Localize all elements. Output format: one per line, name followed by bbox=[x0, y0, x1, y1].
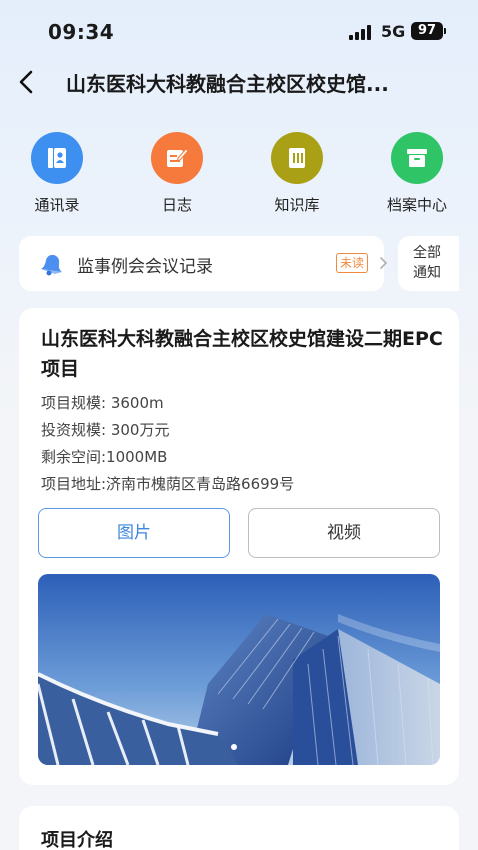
chevron-left-icon bbox=[19, 70, 33, 94]
quick-action-log[interactable]: 日志 bbox=[127, 132, 227, 222]
unread-badge: 未读 bbox=[336, 253, 369, 273]
quick-action-archive[interactable]: 档案中心 bbox=[367, 132, 467, 222]
contacts-icon bbox=[31, 132, 83, 184]
project-photo[interactable] bbox=[38, 574, 440, 765]
back-button[interactable] bbox=[14, 66, 42, 98]
quick-action-label: 通讯录 bbox=[34, 196, 80, 214]
signal-icon bbox=[349, 25, 375, 40]
quick-action-label: 日志 bbox=[161, 196, 192, 214]
log-icon bbox=[151, 132, 203, 184]
tab-images[interactable]: 图片 bbox=[38, 508, 230, 558]
project-title: 山东医科大科教融合主校区校史馆建设二期EPC项目 bbox=[41, 328, 443, 380]
all-notices-label-1: 全部 bbox=[413, 245, 441, 261]
intro-card: 项目介绍 bbox=[19, 806, 459, 850]
quick-action-knowledge[interactable]: 知识库 bbox=[247, 132, 347, 222]
page-title: 山东医科大科教融合主校区校史馆... bbox=[66, 72, 389, 96]
project-address: 项目地址:济南市槐荫区青岛路6699号 bbox=[41, 475, 295, 493]
project-space: 剩余空间:1000MB bbox=[41, 448, 168, 466]
project-card: 山东医科大科教融合主校区校史馆建设二期EPC项目 项目规模: 3600m 投资规… bbox=[19, 308, 459, 785]
nav-bar: 山东医科大科教融合主校区校史馆... bbox=[0, 62, 478, 102]
tab-video[interactable]: 视频 bbox=[248, 508, 440, 558]
project-investment: 投资规模: 300万元 bbox=[41, 421, 170, 439]
project-scale: 项目规模: 3600m bbox=[41, 394, 164, 412]
network-type: 5G bbox=[381, 22, 406, 41]
status-time: 09:34 bbox=[48, 20, 115, 44]
notice-text: 监事例会会议记录 bbox=[77, 257, 213, 277]
quick-action-label: 档案中心 bbox=[386, 196, 447, 214]
archive-icon bbox=[391, 132, 443, 184]
intro-title: 项目介绍 bbox=[41, 830, 113, 850]
chevron-right-icon bbox=[380, 257, 388, 269]
status-bar: 09:34 5G 97 bbox=[0, 0, 478, 62]
battery-icon: 97 bbox=[411, 22, 443, 40]
quick-action-contacts[interactable]: 通讯录 bbox=[7, 132, 107, 222]
notice-bar[interactable]: 监事例会会议记录 未读 bbox=[19, 236, 388, 291]
all-notices-button[interactable]: 全部 通知 bbox=[398, 236, 459, 291]
bell-icon bbox=[41, 254, 62, 276]
knowledge-icon bbox=[271, 132, 323, 184]
all-notices-label-2: 通知 bbox=[413, 265, 441, 281]
quick-action-label: 知识库 bbox=[274, 196, 320, 214]
